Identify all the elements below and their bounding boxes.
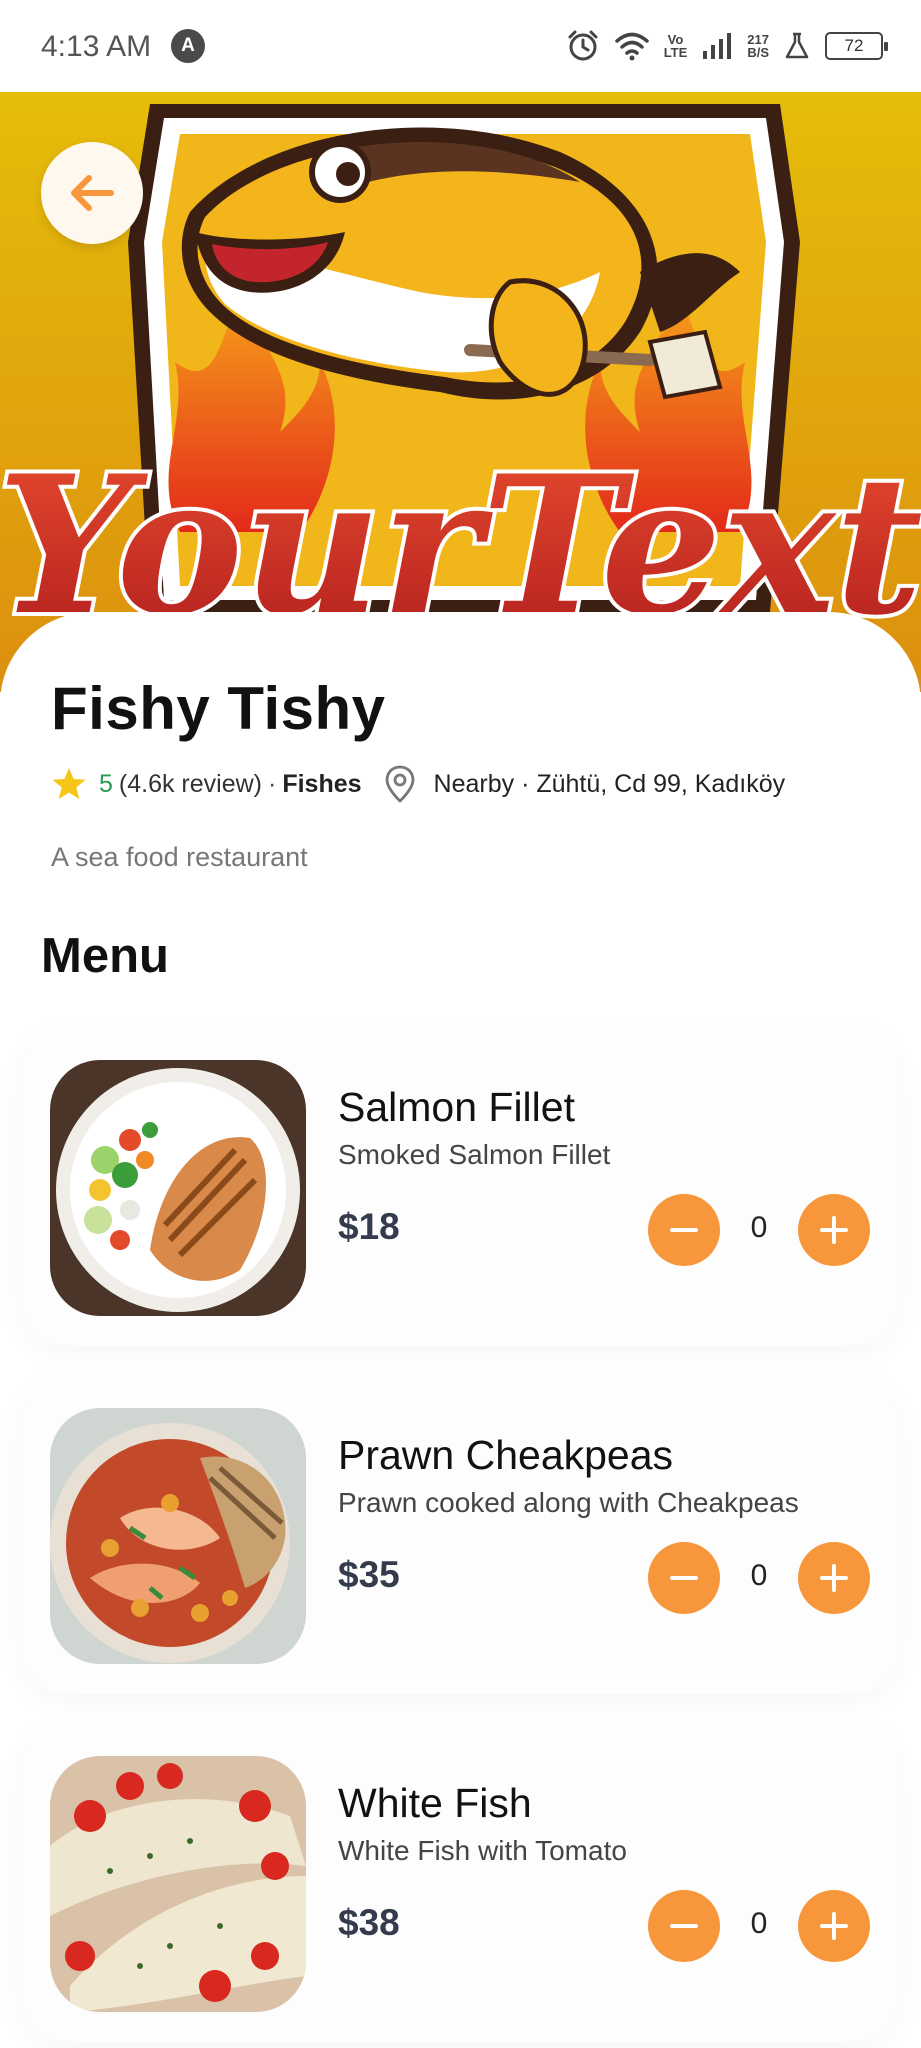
location-pin-icon — [385, 765, 414, 803]
plus-icon — [820, 1564, 848, 1592]
menu-item-price: $38 — [338, 1902, 400, 1943]
menu-item-subtitle: Prawn cooked along with Cheakpeas — [338, 1487, 799, 1518]
menu-item-price: $18 — [338, 1206, 400, 1247]
volte-label: Vo LTE — [663, 32, 688, 60]
restaurant-category: Fishes — [282, 769, 362, 798]
rating-value: 5 — [99, 769, 113, 798]
increase-quantity-button[interactable] — [798, 1542, 870, 1614]
decrease-quantity-button[interactable] — [648, 1890, 720, 1962]
decrease-quantity-button[interactable] — [648, 1194, 720, 1266]
increase-quantity-button[interactable] — [798, 1194, 870, 1266]
menu-item-name: Salmon Fillet — [338, 1084, 575, 1130]
salmon-fillet-image — [50, 1060, 306, 1316]
meta-separator: · — [268, 769, 277, 798]
a-badge-icon: A — [171, 29, 205, 63]
review-count: (4.6k review) — [118, 769, 262, 798]
quantity-stepper: 0 — [648, 1890, 870, 1962]
quantity-value: 0 — [750, 1559, 768, 1592]
decrease-quantity-button[interactable] — [648, 1542, 720, 1614]
net-speed: 217 B/S — [747, 32, 769, 60]
menu-item-prawn-cheakpeas[interactable]: Prawn Cheakpeas Prawn cooked along with … — [20, 1374, 900, 1694]
restaurant-description: A sea food restaurant — [51, 842, 308, 872]
status-bar: 4:13 AM A Vo LTE 217 B/S 72 — [0, 0, 921, 92]
increase-quantity-button[interactable] — [798, 1890, 870, 1962]
white-fish-image — [50, 1756, 306, 2012]
quantity-value: 0 — [750, 1907, 768, 1940]
restaurant-name: Fishy Tishy — [51, 675, 386, 742]
menu-item-subtitle: White Fish with Tomato — [338, 1835, 627, 1866]
restaurant-location: Nearby · Zühtü, Cd 99, Kadıköy — [433, 769, 786, 798]
menu-item-name: Prawn Cheakpeas — [338, 1432, 674, 1478]
plus-icon — [820, 1912, 848, 1940]
quantity-stepper: 0 — [648, 1542, 870, 1614]
menu-item-salmon-fillet[interactable]: Salmon Fillet Smoked Salmon Fillet $18 0 — [20, 1026, 900, 1346]
arrow-left-icon — [71, 175, 114, 211]
minus-icon — [670, 1924, 698, 1928]
alarm-icon — [568, 30, 598, 61]
status-time: 4:13 AM — [41, 30, 152, 63]
flask-icon — [785, 32, 809, 59]
status-icons: Vo LTE 217 B/S 72 — [566, 26, 888, 66]
restaurant-meta: 5 (4.6k review) · Fishes Nearby · Zühtü,… — [51, 764, 785, 804]
menu-item-white-fish[interactable]: White Fish White Fish with Tomato $38 0 — [20, 1722, 900, 2042]
back-button[interactable] — [41, 142, 143, 244]
plus-icon — [820, 1216, 848, 1244]
prawn-cheakpeas-image — [50, 1408, 306, 1664]
minus-icon — [670, 1228, 698, 1232]
quantity-value: 0 — [750, 1211, 768, 1244]
menu-heading: Menu — [41, 929, 169, 983]
quantity-stepper: 0 — [648, 1194, 870, 1266]
star-icon — [52, 768, 86, 799]
battery-icon: 72 — [825, 32, 888, 60]
minus-icon — [670, 1576, 698, 1580]
menu-item-name: White Fish — [338, 1780, 532, 1826]
signal-icon — [703, 33, 732, 59]
menu-item-subtitle: Smoked Salmon Fillet — [338, 1139, 611, 1170]
menu-item-price: $35 — [338, 1554, 400, 1595]
wifi-icon — [614, 32, 649, 61]
restaurant-details-sheet: Fishy Tishy 5 (4.6k review) · Fishes Nea… — [0, 612, 921, 2048]
